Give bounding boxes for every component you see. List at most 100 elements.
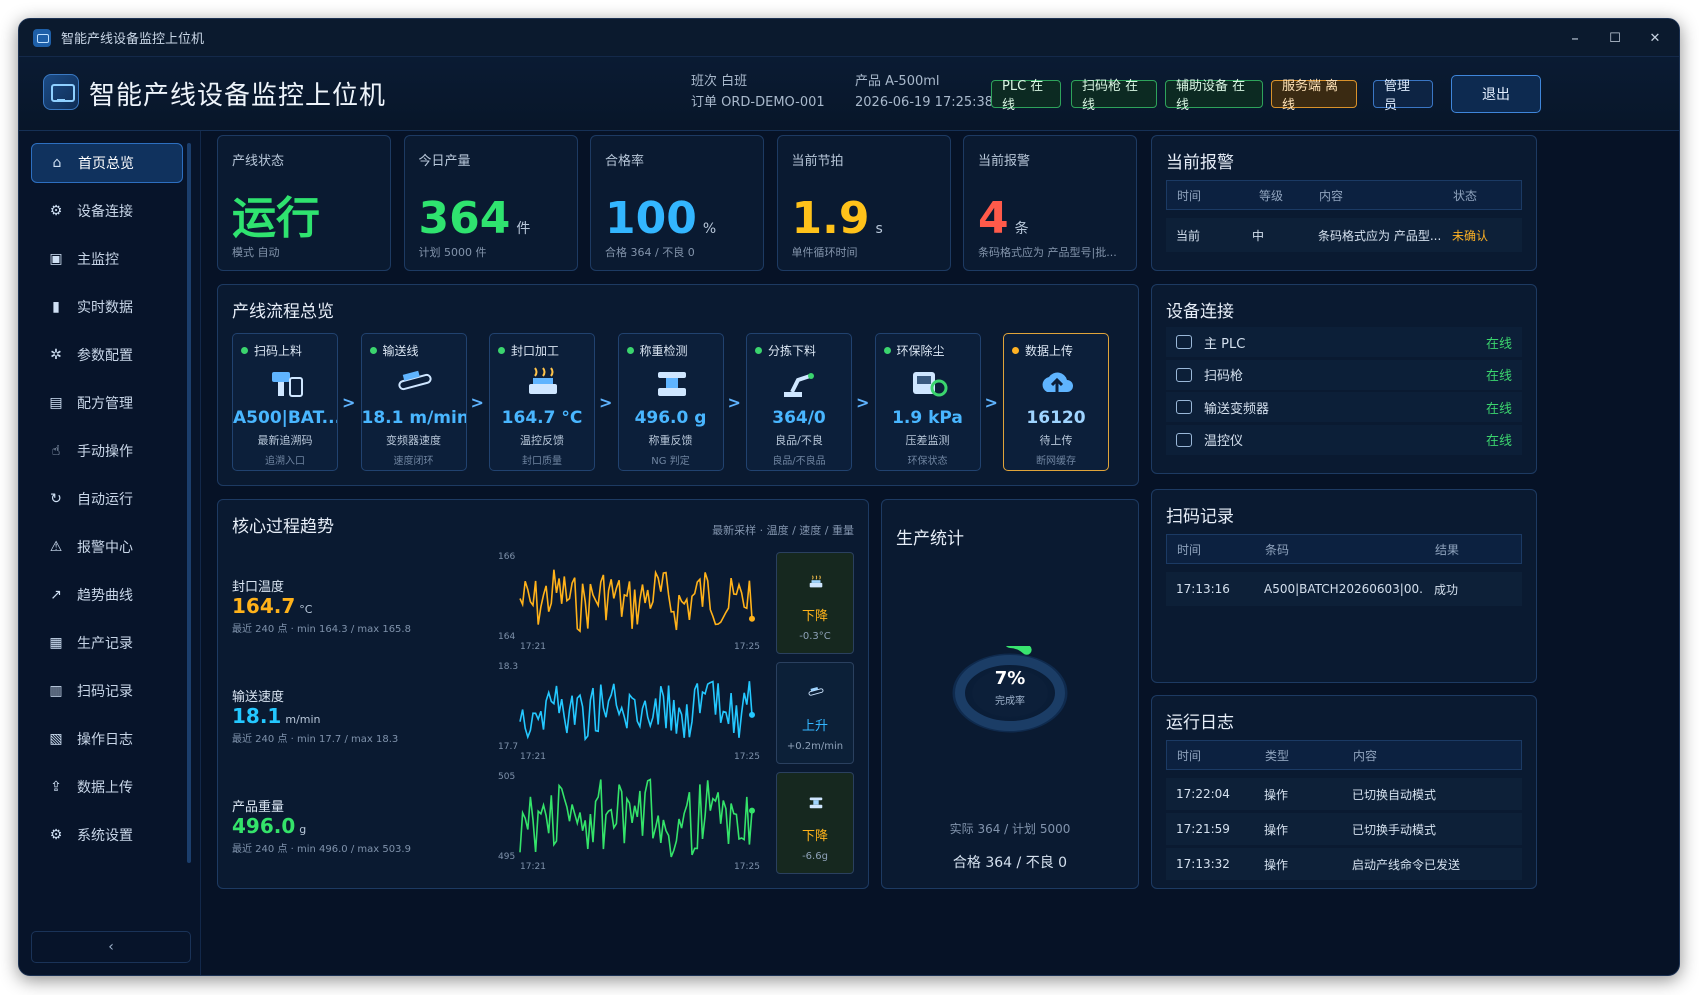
log-panel: 运行日志 时间 类型 内容 17:22:04 操作 已切换自动模式 17:21:59 操… bbox=[1151, 695, 1537, 889]
logout-button[interactable]: 退出 bbox=[1451, 75, 1541, 113]
trend-sparkline bbox=[519, 680, 755, 742]
kpi-sub: 计划 5000 件 bbox=[418, 246, 487, 259]
log-panel-title: 运行日志 bbox=[1166, 713, 1234, 733]
log-content: 已切换手动模式 bbox=[1352, 822, 1437, 837]
sidebar-item-gear[interactable]: ✲ 参数配置 bbox=[31, 335, 183, 375]
page-title: 智能产线设备监控上位机 bbox=[89, 81, 387, 111]
process-overview-title: 产线流程总览 bbox=[232, 302, 334, 322]
device-row[interactable]: 扫码枪 在线 bbox=[1166, 359, 1522, 390]
sidebar-item-upload[interactable]: ⇪ 数据上传 bbox=[31, 767, 183, 807]
process-step-name: 输送线 bbox=[382, 344, 419, 358]
table-row[interactable]: 17:22:04 操作 已切换自动模式 bbox=[1166, 778, 1522, 810]
trend-name: 产品重量 bbox=[232, 800, 285, 815]
sidebar-item-settings[interactable]: ⚙ 系统设置 bbox=[31, 815, 183, 855]
sidebar-item-label: 手动操作 bbox=[77, 444, 133, 460]
minimize-button[interactable]: – bbox=[1555, 19, 1595, 57]
process-step[interactable]: 称重检测 496.0 g 称重反馈 NG 判定 bbox=[617, 333, 724, 471]
device-row[interactable]: 温控仪 在线 bbox=[1166, 424, 1522, 455]
kpi-sub: 单件循环时间 bbox=[791, 246, 858, 259]
process-step[interactable]: 数据上传 16120 待上传 断网缓存 bbox=[1003, 333, 1109, 471]
sidebar-item-label: 自动运行 bbox=[77, 492, 133, 508]
monitor-icon: ▣ bbox=[49, 251, 63, 267]
sidebar-item-label: 操作日志 bbox=[77, 732, 133, 748]
device-name: 主 PLC bbox=[1204, 336, 1246, 352]
sidebar-item-recipe[interactable]: ▤ 配方管理 bbox=[31, 383, 183, 423]
trend-line bbox=[519, 778, 753, 858]
trend-direction: 下降 bbox=[801, 609, 828, 624]
app-logo-icon bbox=[43, 74, 79, 110]
maximize-button[interactable]: ☐ bbox=[1595, 19, 1635, 57]
sidebar-item-device-connect[interactable]: ⚙ 设备连接 bbox=[31, 191, 183, 231]
sidebar-item-line-chart[interactable]: ↗ 趋势曲线 bbox=[31, 575, 183, 615]
sidebar-item-hand[interactable]: ☝ 手动操作 bbox=[31, 431, 183, 471]
sidebar-item-home[interactable]: ⌂ 首页总览 bbox=[31, 143, 183, 183]
process-step[interactable]: 输送线 18.1 m/min 变频器速度 速度闭环 bbox=[360, 333, 467, 471]
sidebar-item-record[interactable]: ▦ 生产记录 bbox=[31, 623, 183, 663]
log-col-type: 类型 bbox=[1265, 748, 1290, 763]
log-type: 操作 bbox=[1264, 857, 1289, 872]
flow-arrow: > bbox=[727, 393, 741, 412]
sealer-icon bbox=[529, 367, 557, 394]
table-row[interactable]: 17:13:16 A500|BATCH20260603|00... 成功 bbox=[1166, 572, 1522, 606]
kpi-value: 运行 bbox=[232, 193, 320, 244]
process-step-note: NG 判定 bbox=[651, 456, 690, 467]
kpi-label: 合格率 bbox=[605, 154, 645, 169]
device-connect-icon: ⚙ bbox=[49, 203, 63, 219]
process-step[interactable]: 分拣下料 364/0 良品/不良 良品/不良品 bbox=[746, 333, 852, 471]
device-row[interactable]: 输送变频器 在线 bbox=[1166, 392, 1522, 422]
process-step[interactable]: 扫码上料 A500|BAT... 最新追溯码 追溯入口 bbox=[232, 333, 338, 471]
log-icon: ▧ bbox=[49, 731, 63, 747]
home-icon: ⌂ bbox=[52, 155, 62, 171]
trend-line bbox=[519, 569, 753, 633]
sidebar-item-warning[interactable]: ⚠ 报警中心 bbox=[31, 527, 183, 567]
kpi-sub: 模式 自动 bbox=[232, 246, 280, 259]
trend-value: 164.7 bbox=[232, 594, 296, 618]
close-button[interactable]: ✕ bbox=[1635, 19, 1675, 57]
trend-sparkline bbox=[519, 569, 755, 633]
completion-percent: 7% bbox=[994, 668, 1026, 689]
cloud-upload-icon bbox=[1042, 372, 1073, 394]
sidebar-item-log[interactable]: ▧ 操作日志 bbox=[31, 719, 183, 759]
sidebar-item-bar-chart[interactable]: ▮ 实时数据 bbox=[31, 287, 183, 327]
table-row[interactable]: 17:21:59 操作 已切换手动模式 bbox=[1166, 813, 1522, 845]
table-row[interactable]: 当前 中 条码格式应为 产品型... 未确认 bbox=[1166, 218, 1522, 252]
trend-panel: 核心过程趋势 最新采样 · 温度 / 速度 / 重量 封口温度 164.7 °C 最近… bbox=[217, 499, 869, 889]
dust-collector-icon bbox=[912, 372, 947, 397]
kpi-sub: 合格 364 / 不良 0 bbox=[605, 246, 695, 259]
alarm-status: 未确认 bbox=[1452, 228, 1489, 243]
kpi-label: 今日产量 bbox=[418, 154, 471, 169]
trend-name: 输送速度 bbox=[232, 690, 285, 705]
kpi-value: 1.9 bbox=[791, 193, 870, 244]
alarm-col-level: 等级 bbox=[1259, 188, 1284, 203]
process-step-header: 称重检测 bbox=[626, 342, 688, 359]
device-name: 输送变频器 bbox=[1204, 401, 1270, 417]
alarm-panel: 当前报警 时间 等级 内容 状态 当前 中 条码格式应为 产品型... 未确认 bbox=[1151, 135, 1537, 271]
process-step-header: 扫码上料 bbox=[241, 342, 302, 359]
device-name: 扫码枪 bbox=[1204, 369, 1244, 384]
trend-name: 封口温度 bbox=[232, 580, 285, 595]
sidebar-item-label: 实时数据 bbox=[77, 300, 133, 316]
process-step-value: 364/0 bbox=[772, 408, 826, 428]
sidebar-item-barcode[interactable]: ▥ 扫码记录 bbox=[31, 671, 183, 711]
process-step-value: 1.9 kPa bbox=[892, 408, 963, 428]
kpi-card: 当前报警 4 条条码格式应为 产品型号|批... bbox=[963, 135, 1137, 271]
user-badge[interactable]: 管理员 bbox=[1373, 79, 1433, 113]
datetime-text: 2026-06-19 17:25:38 bbox=[855, 95, 994, 110]
process-step[interactable]: 封口加工 164.7 °C 温控反馈 封口质量 bbox=[489, 333, 595, 471]
table-row[interactable]: 17:13:32 操作 启动产线命令已发送 bbox=[1166, 848, 1522, 880]
sidebar-item-refresh[interactable]: ↻ 自动运行 bbox=[31, 479, 183, 519]
process-step-label: 最新追溯码 bbox=[257, 434, 313, 447]
sidebar-scrollbar[interactable] bbox=[187, 143, 191, 863]
device-row[interactable]: 主 PLC 在线 bbox=[1166, 327, 1522, 357]
trend-sub: 最近 240 点 · min 496.0 / max 503.9 bbox=[232, 844, 411, 855]
sidebar-item-monitor[interactable]: ▣ 主监控 bbox=[31, 239, 183, 279]
process-step-value: A500|BAT... bbox=[233, 408, 337, 428]
process-step-label: 压差监测 bbox=[905, 434, 950, 447]
hand-icon: ☝ bbox=[51, 443, 61, 459]
sidebar-item-label: 系统设置 bbox=[77, 828, 133, 844]
collapse-sidebar-button[interactable]: ‹ bbox=[31, 931, 191, 963]
shift-text: 班次 白班 bbox=[691, 74, 748, 89]
process-step-note: 速度闭环 bbox=[393, 456, 434, 467]
process-step[interactable]: 环保除尘 1.9 kPa 压差监测 环保状态 bbox=[874, 333, 981, 471]
trend-unit: °C bbox=[299, 603, 313, 616]
